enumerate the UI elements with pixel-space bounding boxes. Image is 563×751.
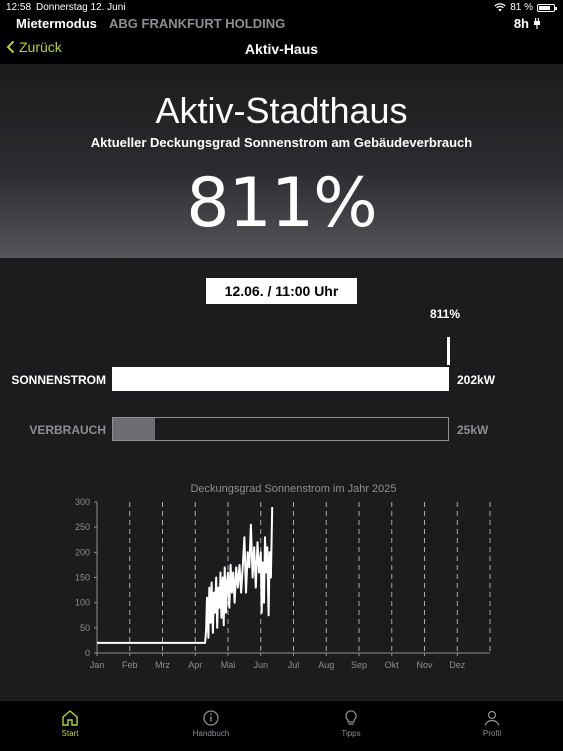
x-tick-label: Nov — [416, 660, 433, 670]
tenant-mode-label[interactable]: Mietermodus — [16, 16, 97, 31]
coverage-subtitle: Aktueller Deckungsgrad Sonnenstrom am Ge… — [90, 135, 473, 150]
x-tick-label: Jun — [253, 660, 268, 670]
sonnenstrom-label: SONNENSTROM — [11, 373, 106, 387]
x-tick-label: Feb — [122, 660, 138, 670]
charge-hours: 8h — [513, 16, 529, 31]
data-section: 12.06. / 11:00 Uhr 811% SONNENSTROM 202k… — [0, 258, 563, 700]
y-tick-label: 200 — [75, 547, 90, 557]
verbrauch-bar — [112, 417, 449, 441]
y-tick-label: 100 — [75, 598, 90, 608]
x-tick-label: Okt — [385, 660, 400, 670]
x-tick-label: Jul — [288, 660, 300, 670]
coverage-chart: Deckungsgrad Sonnenstrom im Jahr 2025 0 50… — [75, 483, 491, 670]
x-tick-label: Jan — [90, 660, 105, 670]
plug-icon — [533, 18, 541, 32]
person-icon — [484, 710, 500, 726]
verbrauch-value: 25kW — [457, 423, 489, 437]
y-tick-label: 300 — [75, 497, 90, 507]
series-line — [97, 506, 274, 644]
x-tick-label: Dez — [449, 660, 466, 670]
wifi-icon — [494, 3, 506, 12]
coverage-percent-label: 811% — [430, 307, 461, 321]
battery-icon — [537, 3, 557, 12]
x-tick-label: Apr — [188, 660, 202, 670]
app-bar: Mietermodus ABG FRANKFURT HOLDING 8h — [0, 16, 563, 34]
tab-start-label: Start — [61, 729, 79, 738]
tab-bar: Start Handbuch Tipps Profil — [0, 700, 563, 751]
tab-profil[interactable]: Profil — [452, 709, 532, 738]
building-title: Aktiv-Stadthaus — [155, 90, 408, 131]
x-tick-label: Mrz — [155, 660, 170, 670]
info-icon — [203, 710, 219, 726]
tab-tipps-label: Tipps — [341, 729, 361, 738]
holding-name: ABG FRANKFURT HOLDING — [109, 16, 286, 31]
tab-handbuch[interactable]: Handbuch — [171, 709, 251, 738]
battery-percent: 81 % — [510, 2, 533, 13]
home-icon — [62, 710, 78, 726]
status-right: 81 % — [494, 2, 557, 13]
sonnenstrom-bar — [112, 367, 449, 391]
verbrauch-label: VERBRAUCH — [29, 423, 106, 437]
chart-title: Deckungsgrad Sonnenstrom im Jahr 2025 — [190, 483, 396, 495]
coverage-marker — [447, 337, 450, 365]
hero-section: Aktiv-Stadthaus Aktueller Deckungsgrad S… — [0, 64, 563, 258]
tab-handbuch-label: Handbuch — [192, 729, 230, 738]
x-tick-label: Aug — [318, 660, 334, 670]
verbrauch-bar-fill — [113, 418, 155, 440]
status-time: 12:58 — [6, 2, 32, 13]
tab-profil-label: Profil — [482, 729, 502, 738]
y-tick-label: 50 — [80, 623, 90, 633]
lightbulb-icon — [345, 710, 357, 725]
nav-bar: Zurück Aktiv-Haus — [0, 34, 563, 64]
status-date: Donnerstag 12. Juni — [36, 2, 126, 13]
tab-tipps[interactable]: Tipps — [311, 709, 391, 738]
y-tick-label: 0 — [85, 648, 90, 658]
coverage-value: 811% — [186, 164, 377, 243]
y-tick-label: 250 — [75, 522, 90, 532]
tab-start[interactable]: Start — [30, 709, 110, 738]
sonnenstrom-value: 202kW — [457, 373, 496, 387]
status-bar: 12:58 Donnerstag 12. Juni 81 % — [0, 0, 563, 16]
sonnenstrom-bar-fill — [113, 368, 448, 390]
x-tick-label: Mai — [221, 660, 236, 670]
page-title: Aktiv-Haus — [244, 41, 319, 57]
y-tick-label: 150 — [75, 573, 90, 583]
timestamp-box: 12.06. / 11:00 Uhr — [206, 278, 357, 304]
x-tick-label: Sep — [351, 660, 367, 670]
